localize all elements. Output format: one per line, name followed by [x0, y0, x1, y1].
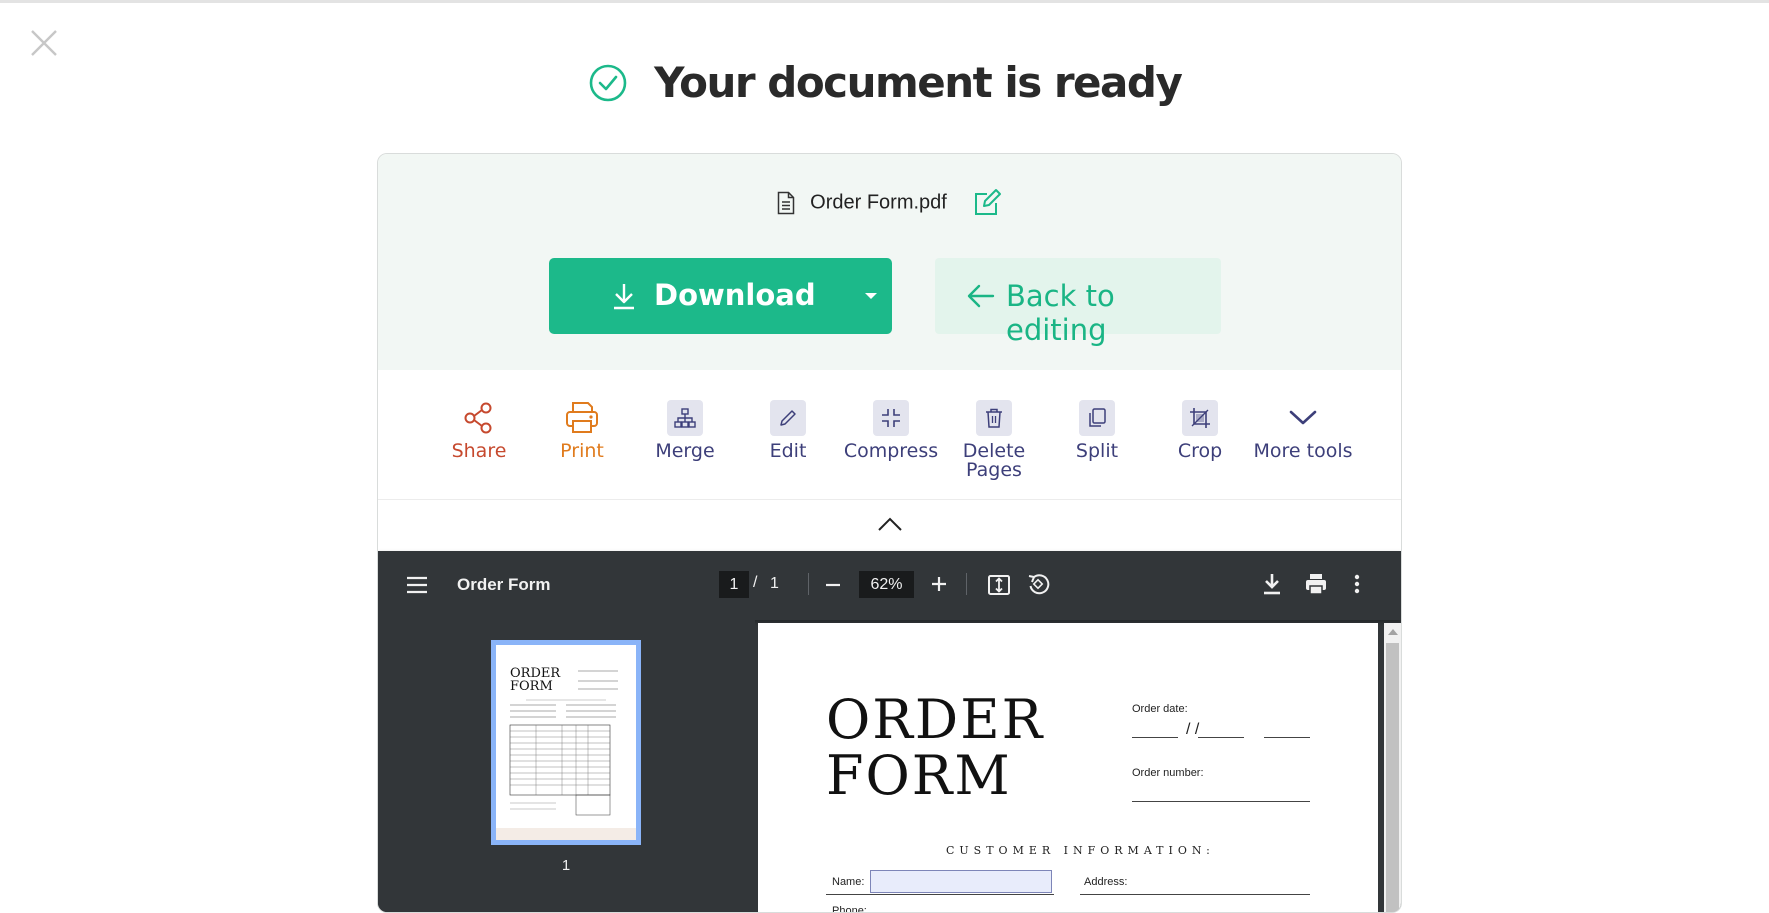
tool-more-tools-label: More tools [1253, 440, 1353, 462]
toolbar-divider [966, 573, 967, 595]
back-to-editing-button[interactable]: Back to editing [935, 258, 1221, 347]
caret-down-icon[interactable] [865, 293, 877, 299]
viewer-toolbar: Order Form 1 / 1 62% [378, 551, 1401, 620]
page-thumbnail[interactable]: ORDER FORM [491, 640, 641, 845]
tool-delete-pages-label: Delete Pages [962, 440, 1026, 481]
doc-title-form: FORM [826, 744, 1012, 807]
tool-print-label: Print [560, 440, 604, 462]
tool-more-tools[interactable]: More tools [1247, 400, 1359, 461]
toolbar-divider [808, 573, 809, 595]
viewer-doc-title: Order Form [457, 575, 551, 594]
tool-edit-label: Edit [769, 440, 807, 462]
tool-edit[interactable]: Edit [736, 400, 840, 461]
page-title: Your document is ready [654, 58, 1183, 107]
name-line [826, 894, 1054, 895]
menu-icon[interactable] [406, 575, 428, 595]
card-header: Order Form.pdf Download Back to editing [378, 154, 1401, 370]
tool-print[interactable]: Print [530, 400, 634, 461]
scroll-up-arrow-icon[interactable] [1388, 629, 1398, 635]
split-icon [1079, 400, 1115, 436]
doc-title-order: ORDER [826, 688, 1045, 751]
tool-crop-label: Crop [1177, 440, 1223, 462]
zoom-level-input[interactable]: 62% [859, 571, 914, 598]
share-icon [461, 400, 497, 436]
order-number-label: Order number: [1132, 767, 1204, 779]
address-label: Address: [1084, 876, 1128, 888]
merge-icon [667, 400, 703, 436]
download-arrow-icon [611, 282, 637, 310]
result-card: Order Form.pdf Download Back to editing … [377, 153, 1402, 913]
edit-pencil-icon[interactable] [972, 188, 1002, 218]
zoom-out-icon[interactable] [822, 574, 844, 596]
top-divider [0, 0, 1769, 3]
page-total: 1 [770, 575, 779, 592]
tool-split-label: Split [1075, 440, 1119, 462]
document-icon [777, 191, 795, 215]
fit-page-icon[interactable] [987, 573, 1011, 597]
tool-compress-label: Compress [843, 440, 939, 462]
name-field[interactable] [870, 870, 1052, 893]
order-date-label: Order date: [1132, 703, 1188, 715]
trash-icon [976, 400, 1012, 436]
back-to-editing-label: Back to editing [1006, 279, 1115, 347]
tool-delete-pages[interactable]: Delete Pages [942, 400, 1046, 480]
arrow-left-icon [967, 282, 995, 310]
tool-share[interactable]: Share [427, 400, 531, 461]
thumbnail-pane: ORDER FORM 1 [378, 620, 755, 912]
tool-split[interactable]: Split [1045, 400, 1149, 461]
order-date-line [1264, 737, 1310, 738]
pencil-icon [770, 400, 806, 436]
zoom-in-icon[interactable] [928, 573, 950, 595]
viewer-print-icon[interactable] [1304, 572, 1328, 596]
compress-icon [873, 400, 909, 436]
tool-merge[interactable]: Merge [633, 400, 737, 461]
tools-bar: Share Print Merge Edit Compress Delete P… [378, 370, 1401, 500]
order-date-line [1198, 737, 1244, 738]
crop-icon [1182, 400, 1218, 436]
tool-share-label: Share [451, 440, 507, 462]
page-header: Your document is ready [0, 58, 1769, 118]
rotate-icon[interactable] [1026, 572, 1050, 596]
chevron-down-icon [1285, 400, 1321, 436]
file-name: Order Form.pdf [810, 191, 947, 214]
scrollbar-thumb[interactable] [1386, 643, 1399, 912]
page-separator: / [753, 574, 758, 591]
viewer-scrollbar[interactable] [1384, 623, 1401, 912]
name-label: Name: [832, 876, 865, 888]
printer-icon [564, 400, 600, 436]
pdf-viewer: Order Form 1 / 1 62% ORDER FORM 1 ORDER … [378, 551, 1401, 913]
pdf-page: ORDER FORM Order date: / / Order number:… [758, 623, 1378, 913]
more-options-icon[interactable] [1350, 572, 1364, 596]
tool-merge-label: Merge [655, 440, 715, 462]
order-date-slashes: / / [1186, 721, 1200, 738]
phone-label: Phone: [832, 905, 867, 913]
chevron-up-icon[interactable] [876, 515, 904, 533]
customer-info-heading: CUSTOMER INFORMATION: [946, 844, 1215, 857]
svg-text:FORM: FORM [510, 679, 553, 694]
address-line [1080, 894, 1310, 895]
download-button[interactable]: Download [549, 258, 892, 334]
download-label: Download [654, 278, 816, 312]
check-circle-icon [588, 63, 628, 103]
file-name-row: Order Form.pdf [378, 188, 1401, 218]
thumbnail-page-number: 1 [561, 857, 571, 874]
order-date-line [1132, 737, 1178, 738]
close-icon[interactable] [28, 27, 60, 59]
viewer-download-icon[interactable] [1261, 572, 1283, 596]
order-number-line [1132, 801, 1310, 802]
tool-compress[interactable]: Compress [839, 400, 943, 461]
page-number-input[interactable]: 1 [719, 571, 749, 598]
tool-crop[interactable]: Crop [1148, 400, 1252, 461]
